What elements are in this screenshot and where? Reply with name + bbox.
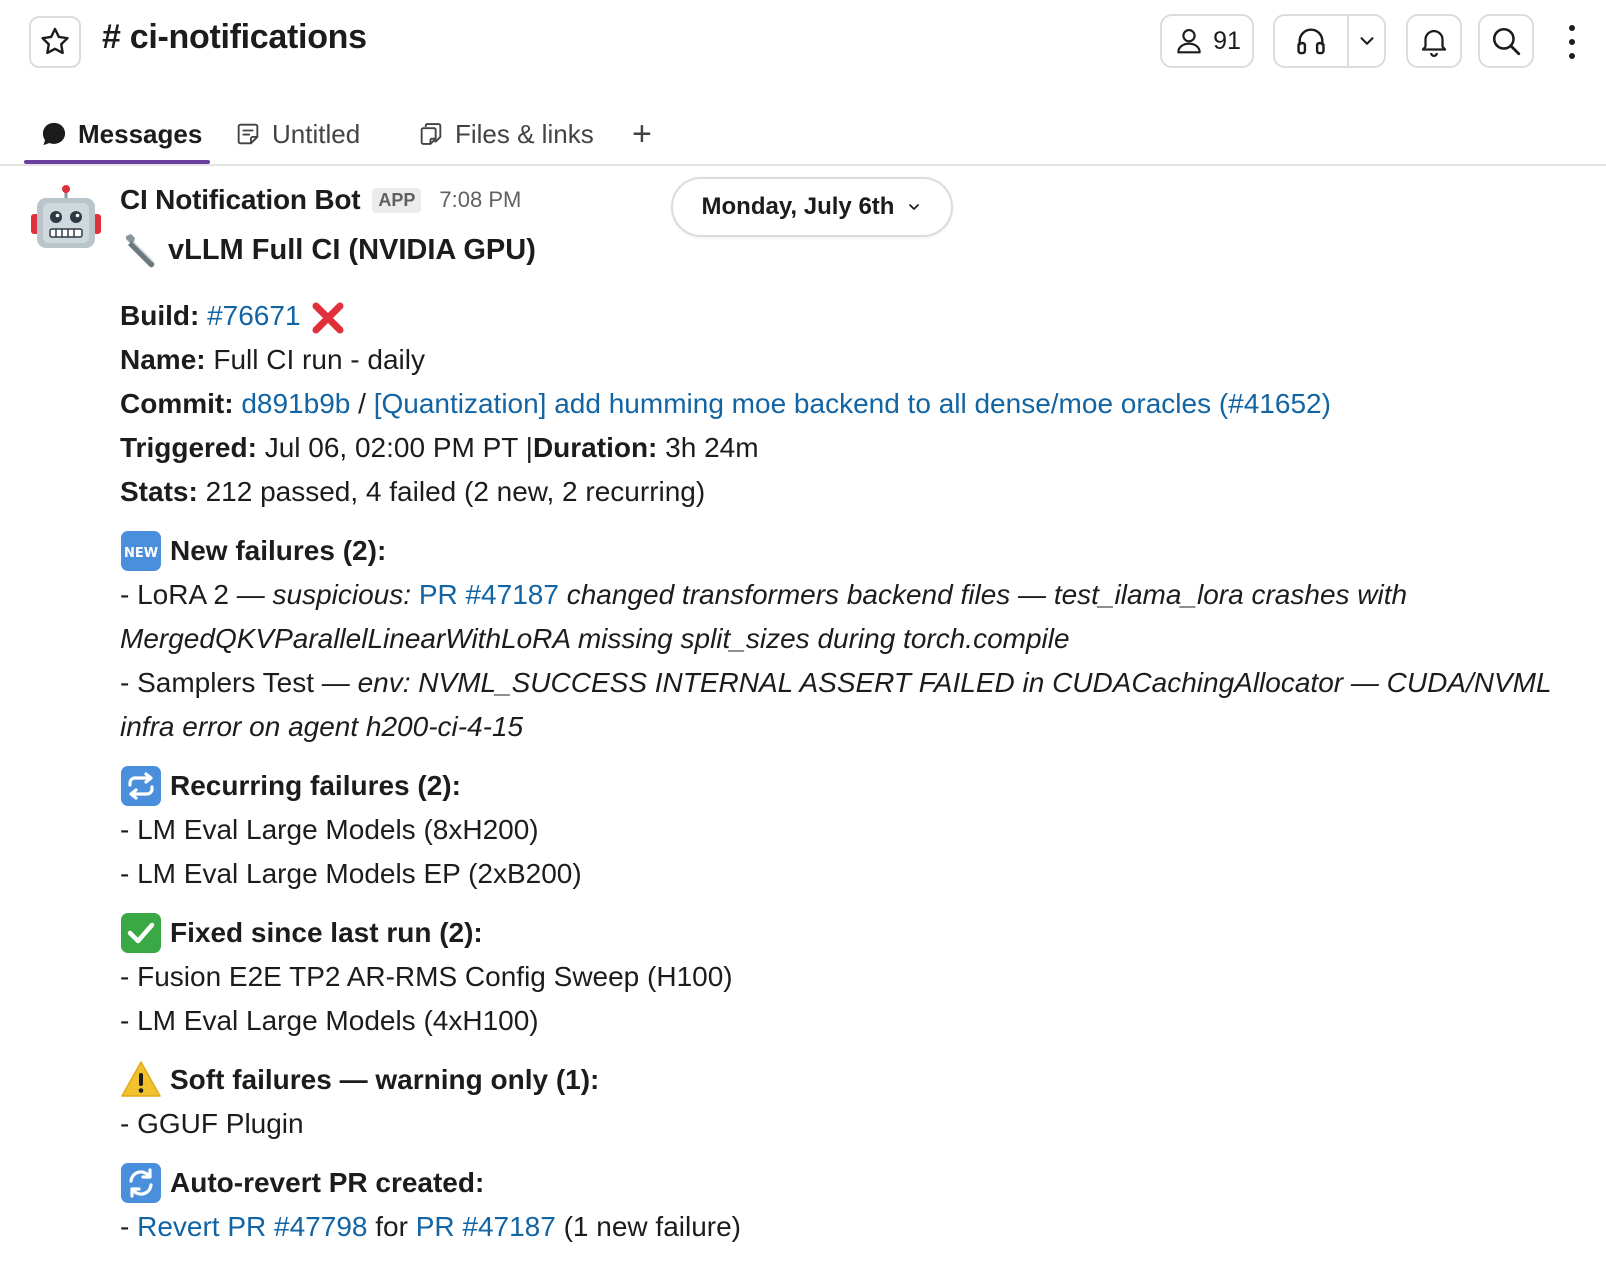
auto-revert-heading: Auto-revert PR created: [120,1161,1600,1205]
new-failures-heading: NEW New failures (2): [120,529,1600,573]
pr-link[interactable]: PR #47187 [416,1211,556,1242]
members-button[interactable]: 91 [1160,14,1254,68]
chevron-down-icon [909,204,920,210]
search-icon [1492,27,1521,56]
commit-line: Commit: d891b9b / [Quantization] add hum… [120,388,1331,419]
notifications-button[interactable] [1406,14,1462,68]
tab-label: Files & links [455,118,594,149]
bell-icon [1421,30,1447,57]
list-item: - Samplers Test — env: NVML_SUCCESS INTE… [120,667,1552,742]
recurring-failures-heading: Recurring failures (2): [120,764,1600,808]
tab-messages[interactable]: Messages [40,110,202,158]
repeat-icon [121,766,161,806]
name-line: Name: Full CI run - daily [120,344,425,375]
message-title: vLLM Full CI (NVIDIA GPU) [120,228,1600,272]
huddle-options-button[interactable] [1349,16,1384,66]
fixed-heading: Fixed since last run (2): [120,911,1600,955]
warning-icon [121,1061,161,1097]
list-item: - LM Eval Large Models (4xH100) [120,1005,539,1036]
list-item: - LM Eval Large Models EP (2xB200) [120,858,582,889]
message-header: CI Notification Bot APP 7:08 PM [120,180,521,220]
tab-label: Untitled [272,118,361,149]
more-vertical-icon[interactable] [1562,22,1582,62]
list-item: - Fusion E2E TP2 AR-RMS Config Sweep (H1… [120,961,733,992]
build-line: Build: #76671 [120,294,1600,338]
triggered-line: Triggered: Jul 06, 02:00 PM PT |Duration… [120,432,759,463]
list-item: - LoRA 2 — suspicious: PR #47187 changed… [120,579,1408,654]
person-icon [1177,29,1201,54]
member-count: 91 [1213,26,1241,55]
svg-text:NEW: NEW [124,546,158,561]
chevron-down-icon [1359,37,1374,45]
robot-face-icon [31,185,101,248]
commit-hash-link[interactable]: d891b9b [241,388,350,419]
check-mark-icon [121,913,161,953]
message-body: vLLM Full CI (NVIDIA GPU) Build: #76671 … [120,228,1600,1249]
date-label: Monday, July 6th [701,193,895,220]
commit-title-link[interactable]: [Quantization] add humming moe backend t… [374,388,1331,419]
files-icon [420,123,442,145]
list-item: - LM Eval Large Models (8xH200) [120,814,539,845]
headphones-icon [1297,28,1325,55]
huddle-button[interactable] [1273,14,1386,68]
list-item: - Revert PR #47798 for PR #47187 (1 new … [120,1211,741,1242]
tab-files-and-links[interactable]: Files & links [417,110,594,158]
soft-failures-heading: Soft failures — warning only (1): [120,1058,1600,1102]
tab-label: Messages [78,118,203,149]
new-badge-icon: NEW [121,531,161,571]
app-badge: APP [372,187,422,213]
list-item: - GGUF Plugin [120,1108,304,1139]
channel-name[interactable]: # ci-notifications [102,18,367,57]
star-icon [41,27,69,55]
stats-line: Stats: 212 passed, 4 failed (2 new, 2 re… [120,476,706,507]
channel-header: # ci-notifications 91 [0,0,1606,84]
cross-mark-icon [312,302,344,334]
revert-pr-link[interactable]: Revert PR #47798 [137,1211,367,1242]
active-tab-indicator [24,160,210,164]
pr-link[interactable]: PR #47187 [419,579,559,610]
add-tab-button[interactable]: + [632,110,652,158]
sender-name[interactable]: CI Notification Bot [120,184,361,216]
wrench-icon [126,234,155,268]
search-button[interactable] [1478,14,1534,68]
star-channel-button[interactable] [29,16,81,68]
plus-icon: + [632,114,652,153]
channel-tabs: Messages Untitled Files & links + [0,100,1606,166]
message-timestamp[interactable]: 7:08 PM [439,187,521,213]
bot-avatar[interactable] [30,184,102,256]
arrows-counterclockwise-icon [121,1163,161,1203]
build-link[interactable]: #76671 [207,300,300,331]
start-huddle-button[interactable] [1275,16,1349,66]
message-bubble-icon [42,122,66,146]
tab-untitled[interactable]: Untitled [234,110,360,158]
canvas-icon [237,123,259,145]
